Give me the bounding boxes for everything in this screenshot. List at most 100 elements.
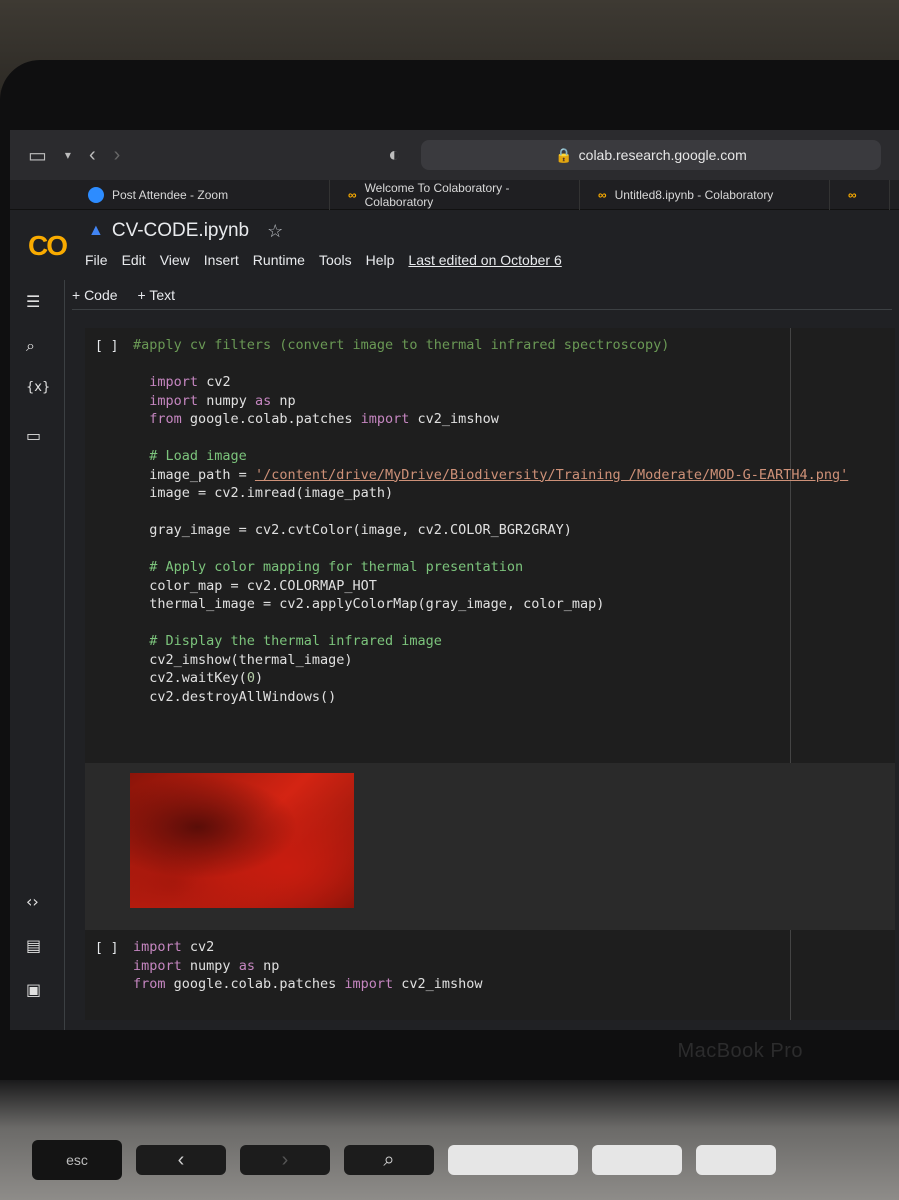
code-keyword: as	[238, 957, 255, 974]
code-text: google.colab.patches	[189, 411, 353, 427]
code-comment: # Apply color mapping for thermal presen…	[149, 559, 524, 575]
menu-file[interactable]: File	[85, 252, 108, 268]
code-keyword: import	[360, 411, 410, 427]
menu-insert[interactable]: Insert	[204, 252, 239, 268]
zoom-icon	[88, 186, 104, 203]
code-text: cv2_imshow	[401, 976, 483, 992]
command-palette-icon[interactable]: ▤	[26, 936, 41, 955]
code-keyword: import	[149, 374, 199, 390]
code-text: )	[254, 670, 264, 686]
browser-toolbar: ▭ ▾ ‹ › ◐ 🔒 colab.research.google.com	[10, 130, 899, 180]
code-keyword: import	[133, 939, 182, 955]
tab-more[interactable]: ∞	[830, 179, 890, 210]
code-cell[interactable]: [ ] #apply cv filters (convert image to …	[85, 328, 895, 763]
code-text: cv2	[189, 939, 215, 955]
code-comment: # Load image	[149, 448, 247, 464]
code-text: cv2_imshow(thermal_image)	[149, 651, 353, 668]
tab-untitled8[interactable]: ∞ Untitled8.ipynb - Colaboratory	[580, 179, 830, 210]
code-keyword: from	[149, 411, 182, 427]
code-comment: # Display the thermal infrared image	[149, 633, 442, 649]
colab-icon: ∞	[348, 187, 357, 202]
touchbar-search-icon[interactable]: ⌕	[344, 1145, 434, 1175]
toc-icon[interactable]: ☰	[26, 292, 40, 311]
cell-output	[85, 763, 895, 930]
code-text: color_map = cv2.COLORMAP_HOT	[149, 577, 377, 594]
menu-runtime[interactable]: Runtime	[253, 252, 305, 268]
code-keyword: import	[133, 957, 182, 974]
shield-icon[interactable]: ◐	[388, 144, 400, 167]
code-text: cv2	[206, 374, 231, 390]
code-text: google.colab.patches	[173, 976, 337, 992]
menu-help[interactable]: Help	[366, 252, 395, 268]
tab-welcome-colab[interactable]: ∞ Welcome To Colaboratory - Colaboratory	[330, 179, 580, 210]
variables-icon[interactable]: {x}	[26, 380, 50, 395]
touchbar-address-field[interactable]	[448, 1145, 578, 1175]
touchbar-forward-icon[interactable]: ›	[240, 1145, 330, 1175]
run-cell-button[interactable]: [ ]	[95, 940, 118, 959]
address-bar[interactable]: 🔒 colab.research.google.com	[421, 140, 881, 170]
thermal-output-image	[130, 773, 354, 908]
back-icon[interactable]: ‹	[89, 144, 96, 167]
code-text: cv2_imshow	[417, 411, 499, 427]
touchbar-tab-preview[interactable]	[696, 1145, 776, 1175]
chevron-down-icon[interactable]: ▾	[65, 148, 71, 162]
tab-zoom[interactable]: Post Attendee - Zoom	[10, 179, 330, 210]
code-text: cv2.waitKey(	[149, 670, 247, 686]
terminal-icon[interactable]: ▣	[26, 980, 41, 999]
colab-icon: ∞	[848, 187, 857, 202]
menu-edit[interactable]: Edit	[122, 252, 146, 268]
search-icon[interactable]: ⌕	[26, 336, 35, 356]
code-string: '/content/drive/MyDrive/Biodiversity/Tra…	[254, 466, 849, 483]
laptop-brand: MacBook Pro	[677, 1040, 803, 1062]
star-icon[interactable]: ☆	[267, 221, 283, 242]
touchbar-tab-preview[interactable]	[592, 1145, 682, 1175]
tab-label: Untitled8.ipynb - Colaboratory	[614, 187, 774, 202]
keyboard-row: esc ‹ › ⌕	[20, 1130, 899, 1190]
add-text-button[interactable]: + Text	[138, 287, 176, 303]
notebook-title: ▲ CV-CODE.ipynb ☆	[88, 220, 283, 242]
code-cell[interactable]: [ ] import cv2 import numpy as np from g…	[85, 930, 895, 1020]
code-text: np	[263, 957, 280, 974]
tab-label: Post Attendee - Zoom	[112, 187, 229, 202]
menu-view[interactable]: View	[160, 252, 190, 268]
code-keyword: import	[344, 976, 394, 992]
code-text: numpy	[189, 957, 231, 974]
cell-divider	[790, 930, 791, 1020]
notebook-title-text[interactable]: CV-CODE.ipynb	[112, 220, 249, 242]
add-code-button[interactable]: + Code	[72, 287, 118, 303]
sidebar-toggle-icon[interactable]: ▭	[28, 143, 47, 168]
lock-icon: 🔒	[555, 146, 573, 163]
code-editor[interactable]: #apply cv filters (convert image to ther…	[133, 336, 848, 706]
code-comment: #apply cv filters (convert image to ther…	[133, 337, 670, 353]
tab-label: Welcome To Colaboratory - Colaboratory	[364, 180, 510, 209]
tab-bar: Post Attendee - Zoom ∞ Welcome To Colabo…	[10, 179, 899, 210]
esc-key[interactable]: esc	[32, 1140, 122, 1180]
code-text: image_path =	[149, 466, 255, 483]
code-keyword: from	[133, 976, 166, 992]
code-text: numpy	[206, 392, 247, 409]
sidebar: ☰ ⌕ {x} ▭ ‹› ▤ ▣	[10, 280, 65, 1030]
cell-toolbar: + Code + Text	[72, 280, 892, 310]
colab-header: CO ▲ CV-CODE.ipynb ☆ File Edit View Inse…	[10, 210, 899, 280]
code-keyword: import	[149, 392, 199, 409]
last-edited-link[interactable]: Last edited on October 6	[408, 252, 561, 268]
address-text: colab.research.google.com	[578, 147, 747, 163]
run-cell-button[interactable]: [ ]	[95, 338, 118, 357]
code-text: thermal_image = cv2.applyColorMap(gray_i…	[149, 596, 605, 612]
menu-tools[interactable]: Tools	[319, 252, 352, 268]
colab-body: ☰ ⌕ {x} ▭ ‹› ▤ ▣ + Code + Text [ ] #appl…	[10, 280, 899, 1030]
code-snippets-icon[interactable]: ‹›	[26, 892, 39, 911]
forward-icon[interactable]: ›	[114, 144, 121, 167]
code-editor[interactable]: import cv2 import numpy as np from googl…	[133, 938, 483, 994]
drive-icon: ▲	[88, 222, 104, 239]
code-text: image = cv2.imread(image_path)	[149, 485, 394, 501]
code-text: np	[279, 392, 296, 409]
code-number: 0	[246, 670, 255, 686]
touchbar-back-icon[interactable]: ‹	[136, 1145, 226, 1175]
screen: ▭ ▾ ‹ › ◐ 🔒 colab.research.google.com Po…	[10, 130, 899, 1030]
code-keyword: as	[254, 392, 272, 409]
colab-logo[interactable]: CO	[28, 230, 72, 261]
colab-icon: ∞	[598, 187, 607, 202]
code-text: gray_image = cv2.cvtColor(image, cv2.COL…	[149, 522, 572, 538]
files-icon[interactable]: ▭	[26, 426, 41, 445]
